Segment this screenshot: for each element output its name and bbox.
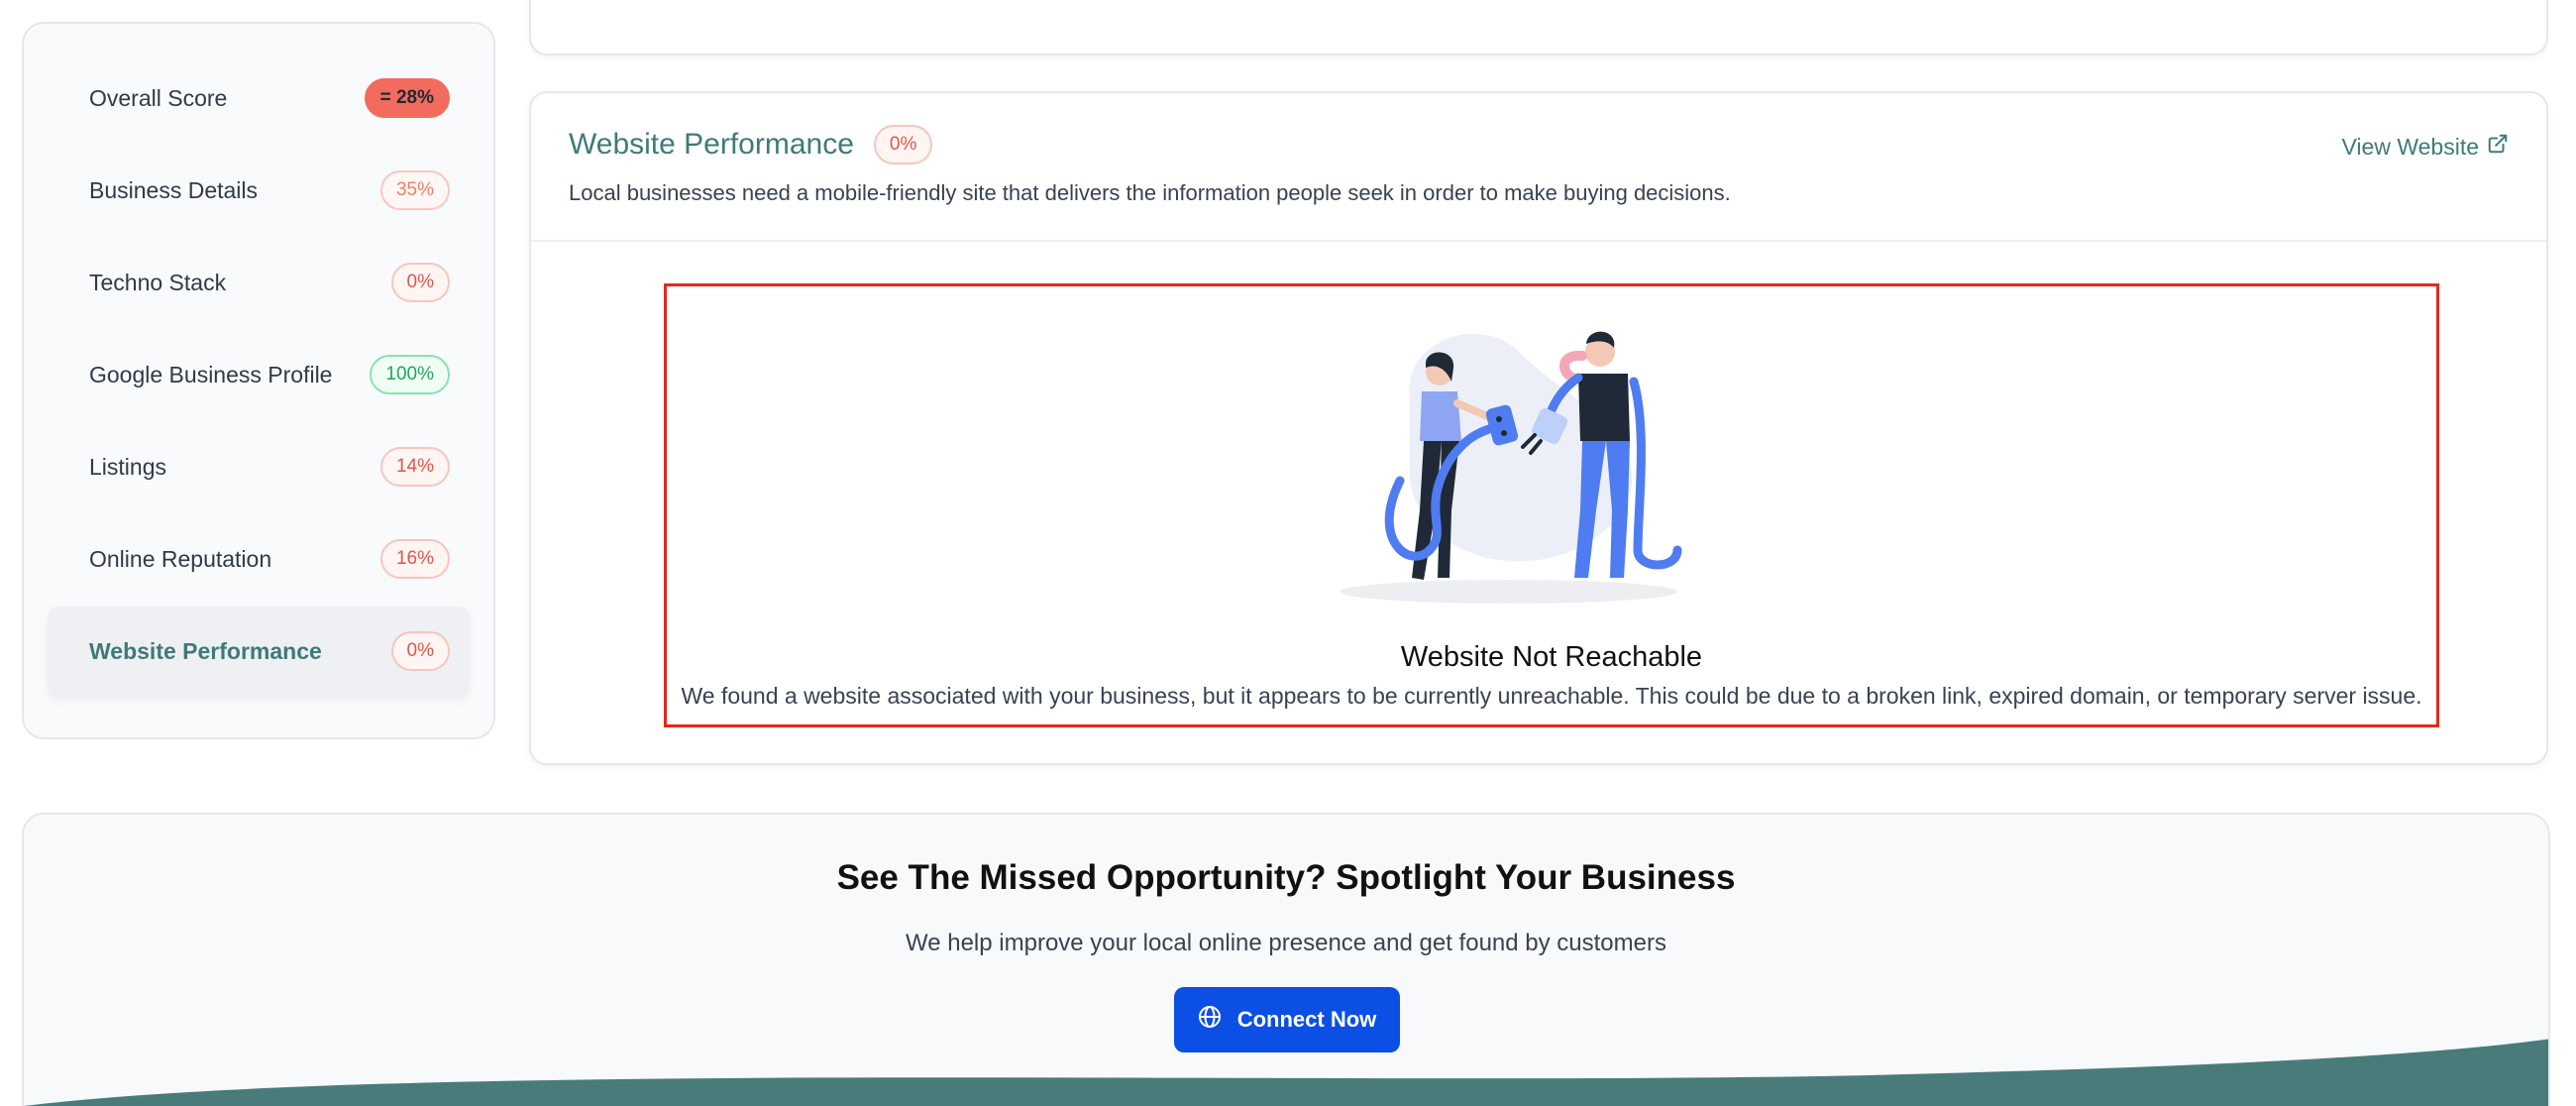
sidebar-item-website-performance[interactable]: Website Performance 0% xyxy=(48,607,470,696)
section-score-badge: 0% xyxy=(873,125,933,165)
score-badge: 14% xyxy=(379,447,450,487)
card-header: Website Performance 0% Local businesses … xyxy=(531,93,2546,242)
unplugged-illustration xyxy=(1341,312,1697,614)
score-badge: 0% xyxy=(390,263,450,302)
external-link-icon xyxy=(2487,133,2509,161)
sidebar-item-label: Website Performance xyxy=(89,637,322,664)
sidebar-item-business-details[interactable]: Business Details 35% xyxy=(48,146,470,235)
view-website-label: View Website xyxy=(2341,133,2480,160)
score-badge: = 28% xyxy=(364,78,450,118)
view-website-link[interactable]: View Website xyxy=(2342,133,2510,161)
score-badge: 35% xyxy=(379,170,450,210)
title-row: Website Performance 0% xyxy=(569,125,2509,165)
alert-title: Website Not Reachable xyxy=(1400,641,1703,673)
sidebar-item-listings[interactable]: Listings 14% xyxy=(48,422,470,511)
decorative-wave xyxy=(24,1039,2548,1106)
cta-title: See The Missed Opportunity? Spotlight Yo… xyxy=(836,858,1736,897)
section-description: Local businesses need a mobile-friendly … xyxy=(569,180,1731,205)
sidebar-item-label: Listings xyxy=(89,453,166,480)
score-badge: 100% xyxy=(370,355,450,394)
score-badge: 0% xyxy=(390,631,450,671)
globe-icon xyxy=(1198,1005,1222,1035)
connect-now-label: Connect Now xyxy=(1236,1007,1377,1032)
section-title: Website Performance xyxy=(569,128,854,161)
cta-subtitle: We help improve your local online presen… xyxy=(906,930,1666,956)
sidebar-item-label: Google Business Profile xyxy=(89,361,333,387)
sidebar-item-label: Online Reputation xyxy=(89,545,272,572)
alert-message: We found a website associated with your … xyxy=(681,683,2422,709)
score-sidebar: Overall Score = 28% Business Details 35%… xyxy=(22,22,495,739)
sidebar-item-label: Overall Score xyxy=(89,84,228,111)
sidebar-item-label: Business Details xyxy=(89,176,259,203)
cta-banner: See The Missed Opportunity? Spotlight Yo… xyxy=(22,813,2550,1106)
website-performance-card: Website Performance 0% Local businesses … xyxy=(529,91,2548,765)
website-unreachable-box: Website Not Reachable We found a website… xyxy=(664,283,2439,727)
page: Overall Score = 28% Business Details 35%… xyxy=(0,0,2576,1106)
sidebar-item-online-reputation[interactable]: Online Reputation 16% xyxy=(48,514,470,604)
sidebar-item-techno-stack[interactable]: Techno Stack 0% xyxy=(48,238,470,327)
score-badge: 16% xyxy=(379,539,450,579)
sidebar-item-label: Techno Stack xyxy=(89,269,227,295)
previous-section-card xyxy=(529,0,2548,55)
sidebar-item-google-business-profile[interactable]: Google Business Profile 100% xyxy=(48,330,470,419)
sidebar-item-overall-score[interactable]: Overall Score = 28% xyxy=(48,54,470,143)
